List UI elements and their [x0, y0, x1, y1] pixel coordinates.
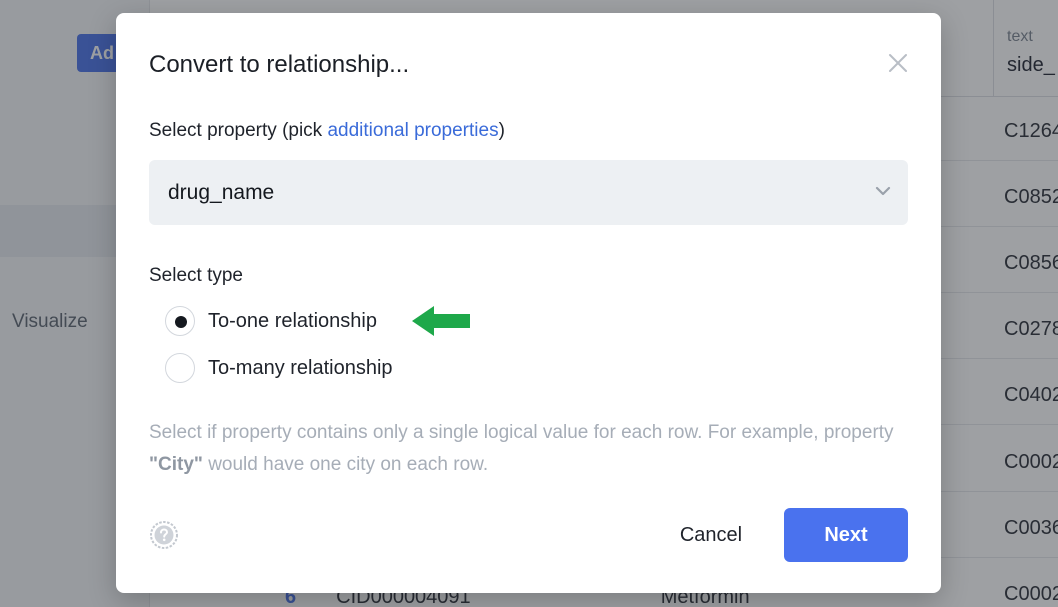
- radio-label: To-many relationship: [208, 356, 393, 379]
- property-select-value: drug_name: [168, 181, 275, 204]
- radio-to-many[interactable]: To-many relationship: [165, 352, 393, 384]
- select-type-label: Select type: [149, 265, 243, 286]
- radio-to-one[interactable]: To-one relationship: [165, 305, 377, 337]
- description-text: would have one city on each row.: [202, 454, 489, 475]
- close-button[interactable]: [886, 51, 910, 75]
- close-icon: [889, 54, 907, 72]
- type-description: Select if property contains only a singl…: [149, 417, 919, 481]
- dialog-title: Convert to relationship...: [149, 51, 410, 78]
- description-example: "City": [149, 454, 203, 475]
- label-text: ): [498, 120, 505, 141]
- select-property-label: Select property (pick additional propert…: [149, 120, 505, 142]
- convert-to-relationship-dialog: Convert to relationship... Select proper…: [116, 13, 941, 593]
- next-button[interactable]: Next: [784, 508, 908, 562]
- radio-label: To-one relationship: [208, 309, 377, 332]
- chevron-down-icon: [875, 186, 891, 196]
- description-text: Select if property contains only a singl…: [149, 422, 894, 443]
- cancel-button[interactable]: Cancel: [656, 508, 766, 562]
- property-select[interactable]: drug_name: [149, 160, 908, 225]
- label-text: Select property (pick: [149, 120, 328, 141]
- radio-button-unchecked[interactable]: [165, 353, 195, 383]
- radio-button-checked[interactable]: [165, 306, 195, 336]
- additional-properties-link[interactable]: additional properties: [327, 120, 498, 141]
- green-arrow-icon: [412, 306, 470, 336]
- question-circle-icon[interactable]: [149, 520, 179, 550]
